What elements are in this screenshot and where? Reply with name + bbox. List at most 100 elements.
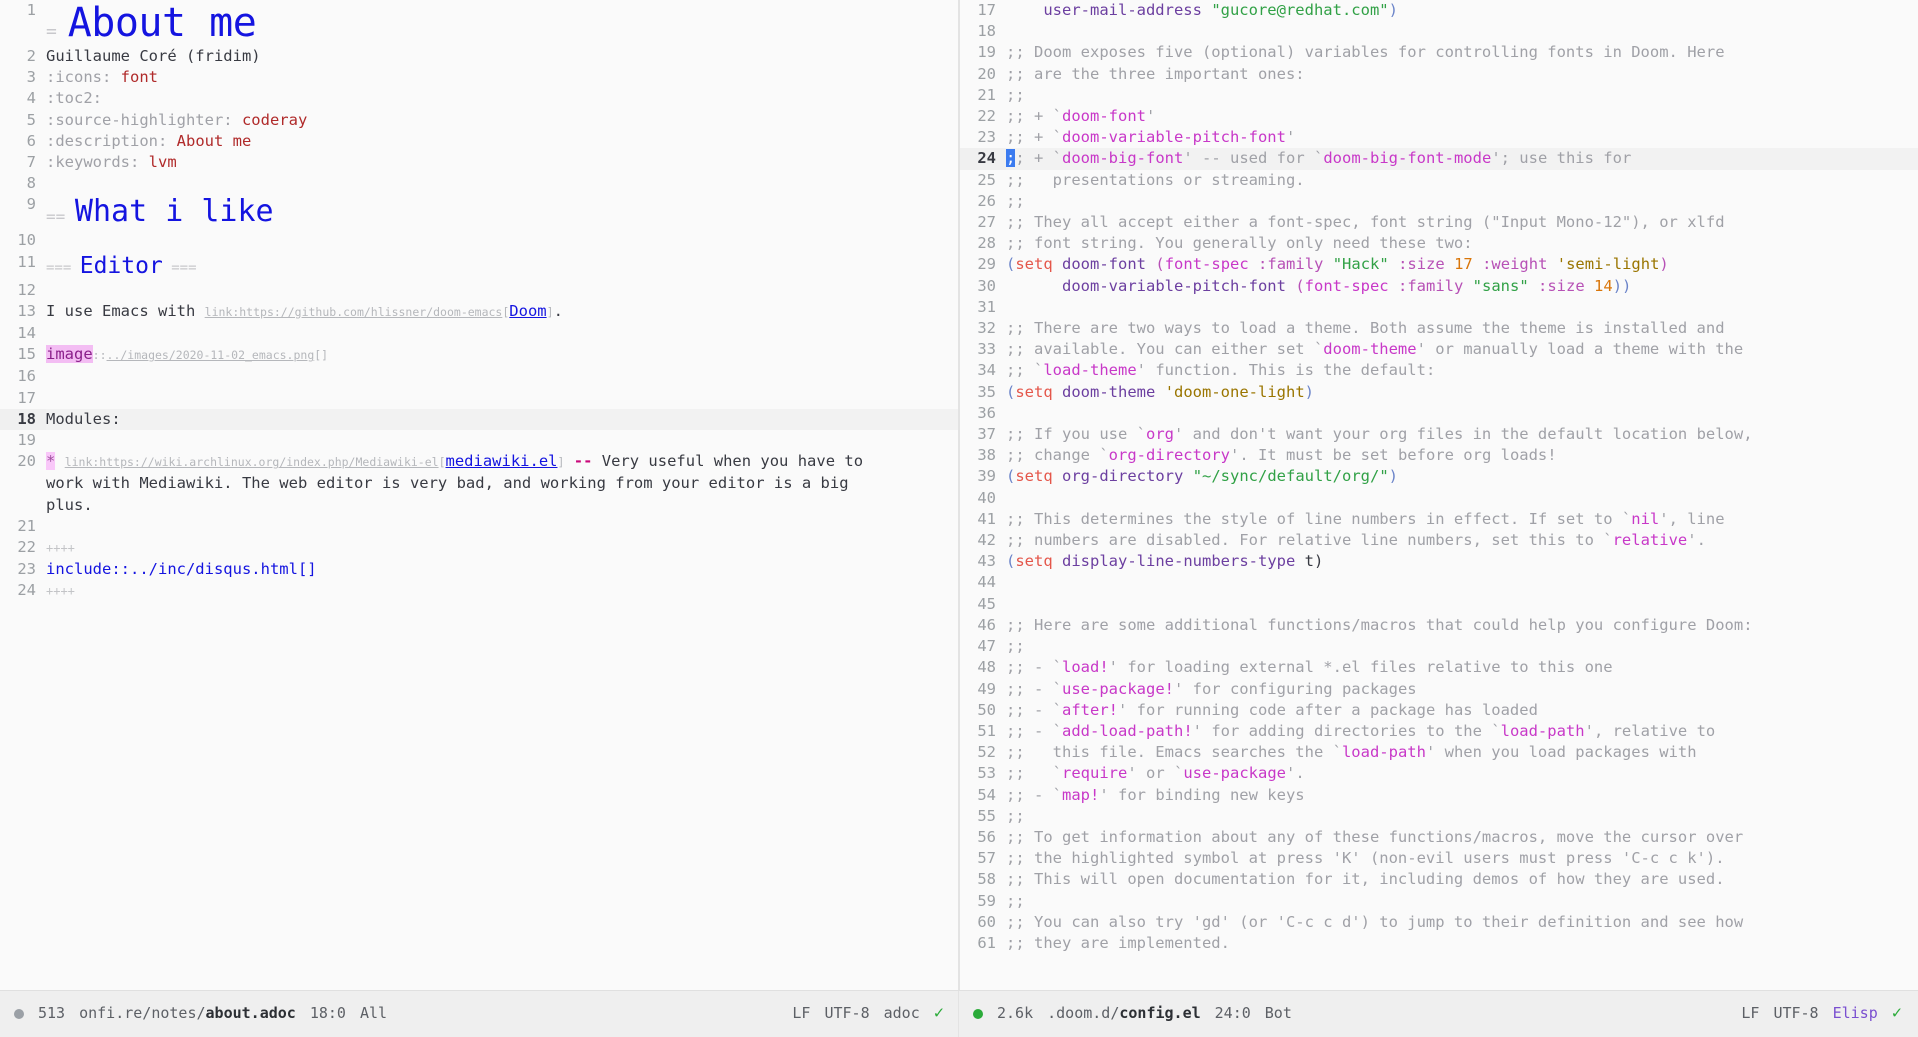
line-content[interactable] (1006, 403, 1918, 424)
line-content[interactable]: ;; are the three important ones: (1006, 64, 1918, 85)
buffer-line[interactable]: 19 ;; Doom exposes five (optional) variab… (960, 42, 1918, 63)
buffer-line[interactable]: 42 ;; numbers are disabled. For relative … (960, 530, 1918, 551)
line-content[interactable]: user-mail-address "gucore@redhat.com") (1006, 0, 1918, 21)
line-content[interactable]: = About me (46, 0, 958, 46)
buffer-line[interactable]: 20 * link:https://wiki.archlinux.org/inde… (0, 451, 958, 516)
line-content[interactable]: ;; If you use `org' and don't want your … (1006, 424, 1918, 445)
line-content[interactable]: ;; (1006, 636, 1918, 657)
buffer-line[interactable]: 15 image::../images/2020-11-02_emacs.png[… (0, 344, 958, 366)
line-content[interactable]: ;; (1006, 891, 1918, 912)
buffer-line[interactable]: 23 include::../inc/disqus.html[] (0, 559, 958, 580)
line-content[interactable]: ;; font string. You generally only need … (1006, 233, 1918, 254)
buffer-line[interactable]: 21;; (960, 85, 1918, 106)
line-content[interactable]: * link:https://wiki.archlinux.org/index.… (46, 451, 958, 516)
buffer-line[interactable]: 32 ;; There are two ways to load a theme.… (960, 318, 1918, 339)
buffer-line[interactable]: 22 ++++ (0, 537, 958, 559)
buffer-line[interactable]: 31 (960, 297, 1918, 318)
buffer-line[interactable]: 1 = About me (0, 0, 958, 46)
left-buffer-content[interactable]: 1 = About me 2 Guillaume Coré (fridim) 3:ico… (0, 0, 958, 603)
encoding-left[interactable]: UTF-8 (824, 1003, 869, 1024)
right-buffer-content[interactable]: 17 user-mail-address "gucore@redhat.com"… (960, 0, 1918, 954)
buffer-line[interactable]: 61 ;; they are implemented. (960, 933, 1918, 954)
line-content[interactable]: ;; Doom exposes five (optional) variable… (1006, 42, 1918, 63)
buffer-line[interactable]: 27 ;; They all accept either a font-spec,… (960, 212, 1918, 233)
buffer-line[interactable]: 37 ;; If you use `org' and don't want you… (960, 424, 1918, 445)
buffer-line[interactable]: 2 Guillaume Coré (fridim) (0, 46, 958, 67)
buffer-line[interactable]: 34 ;; `load-theme' function. This is the … (960, 360, 1918, 381)
line-content[interactable]: ;; + `doom-big-font' -- used for `doom-b… (1006, 148, 1918, 169)
buffer-line[interactable]: 44 (960, 572, 1918, 593)
buffer-line[interactable]: 24 ++++ (0, 580, 958, 602)
eol-style-left[interactable]: LF (792, 1003, 810, 1024)
line-content[interactable]: ;; Here are some additional functions/ma… (1006, 615, 1918, 636)
line-content[interactable]: === Editor === (46, 252, 958, 280)
line-content[interactable]: ;; - `use-package!' for configuring pack… (1006, 679, 1918, 700)
line-content[interactable]: ;; + `doom-font' (1006, 106, 1918, 127)
line-content[interactable]: image::../images/2020-11-02_emacs.png[] (46, 344, 958, 366)
buffer-line[interactable]: 21 (0, 516, 958, 537)
buffer-line[interactable]: 17 user-mail-address "gucore@redhat.com"… (960, 0, 1918, 21)
buffer-line[interactable]: 49 ;; - `use-package!' for configuring pa… (960, 679, 1918, 700)
buffer-line[interactable]: 41 ;; This determines the style of line n… (960, 509, 1918, 530)
buffer-line[interactable]: 57 ;; the highlighted symbol at press 'K'… (960, 848, 1918, 869)
line-content[interactable]: ++++ (46, 580, 958, 602)
line-content[interactable]: ;; change `org-directory'. It must be se… (1006, 445, 1918, 466)
line-content[interactable] (46, 366, 958, 387)
modeline-left[interactable]: 513 onfi.re/notes/about.adoc 18:0 All LF… (0, 991, 958, 1037)
buffer-line[interactable]: 47;; (960, 636, 1918, 657)
line-content[interactable]: (setq doom-theme 'doom-one-light) (1006, 382, 1918, 403)
line-content[interactable]: I use Emacs with link:https://github.com… (46, 301, 958, 323)
line-content[interactable] (1006, 488, 1918, 509)
line-content[interactable] (46, 430, 958, 451)
buffer-line[interactable]: 60 ;; You can also try 'gd' (or 'C-c c d'… (960, 912, 1918, 933)
buffer-line[interactable]: 30 doom-variable-pitch-font (font-spec :… (960, 276, 1918, 297)
line-content[interactable]: ;; (1006, 191, 1918, 212)
buffer-line[interactable]: 50 ;; - `after!' for running code after a… (960, 700, 1918, 721)
buffer-line[interactable]: 54 ;; - `map!' for binding new keys (960, 785, 1918, 806)
line-content[interactable] (46, 230, 958, 251)
line-content[interactable]: ;; they are implemented. (1006, 933, 1918, 954)
line-content[interactable]: :source-highlighter: coderay (46, 110, 958, 131)
buffer-line[interactable]: 18 Modules: (0, 408, 958, 431)
line-content[interactable] (1006, 21, 1918, 42)
buffer-line[interactable]: 3:icons: font (0, 67, 958, 88)
line-content[interactable] (46, 323, 958, 344)
line-content[interactable]: :keywords: lvm (46, 152, 958, 173)
line-content[interactable]: == What i like (46, 194, 958, 230)
eol-style-right[interactable]: LF (1741, 1003, 1759, 1024)
buffer-line[interactable]: 48 ;; - `load!' for loading external *.el… (960, 657, 1918, 678)
buffer-line[interactable]: 5:source-highlighter: coderay (0, 110, 958, 131)
line-content[interactable]: Guillaume Coré (fridim) (46, 46, 958, 67)
buffer-line[interactable]: 17 (0, 388, 958, 409)
buffer-line[interactable]: 24;; + `doom-big-font' -- used for `doom… (960, 148, 1918, 170)
line-content[interactable]: ;; this file. Emacs searches the `load-p… (1006, 742, 1918, 763)
checker-ok-icon-right[interactable]: ✓ (1892, 1003, 1902, 1024)
line-content[interactable] (1006, 572, 1918, 593)
major-mode-right[interactable]: Elisp (1833, 1003, 1878, 1024)
buffer-line[interactable]: 59;; (960, 891, 1918, 912)
line-content[interactable]: include::../inc/disqus.html[] (46, 559, 958, 580)
buffer-line[interactable]: 55;; (960, 806, 1918, 827)
buffer-line[interactable]: 36 (960, 403, 1918, 424)
line-content[interactable]: ;; - `map!' for binding new keys (1006, 785, 1918, 806)
line-content[interactable]: ;; + `doom-variable-pitch-font' (1006, 127, 1918, 148)
line-content[interactable]: ;; To get information about any of these… (1006, 827, 1918, 848)
buffer-line[interactable]: 39 (setq org-directory "~/sync/default/or… (960, 466, 1918, 487)
buffer-line[interactable]: 38 ;; change `org-directory'. It must be … (960, 445, 1918, 466)
buffer-line[interactable]: 4:toc2: (0, 88, 958, 109)
buffer-line[interactable]: 45 (960, 594, 1918, 615)
buffer-line[interactable]: 25 ;; presentations or streaming. (960, 170, 1918, 191)
modeline-right[interactable]: 2.6k .doom.d/config.el 24:0 Bot LF UTF-8… (958, 991, 1916, 1037)
line-content[interactable]: ;; presentations or streaming. (1006, 170, 1918, 191)
buffer-line[interactable]: 14 (0, 323, 958, 344)
line-content[interactable] (46, 280, 958, 301)
buffer-line[interactable]: 19 (0, 430, 958, 451)
buffer-line[interactable]: 56 ;; To get information about any of the… (960, 827, 1918, 848)
line-content[interactable]: (setq doom-font (font-spec :family "Hack… (1006, 254, 1918, 275)
line-content[interactable]: ;; There are two ways to load a theme. B… (1006, 318, 1918, 339)
line-content[interactable] (1006, 594, 1918, 615)
buffer-line[interactable]: 35 (setq doom-theme 'doom-one-light) (960, 382, 1918, 403)
line-content[interactable] (46, 516, 958, 537)
line-content[interactable]: (setq display-line-numbers-type t) (1006, 551, 1918, 572)
buffer-line[interactable]: 23 ;; + `doom-variable-pitch-font' (960, 127, 1918, 148)
